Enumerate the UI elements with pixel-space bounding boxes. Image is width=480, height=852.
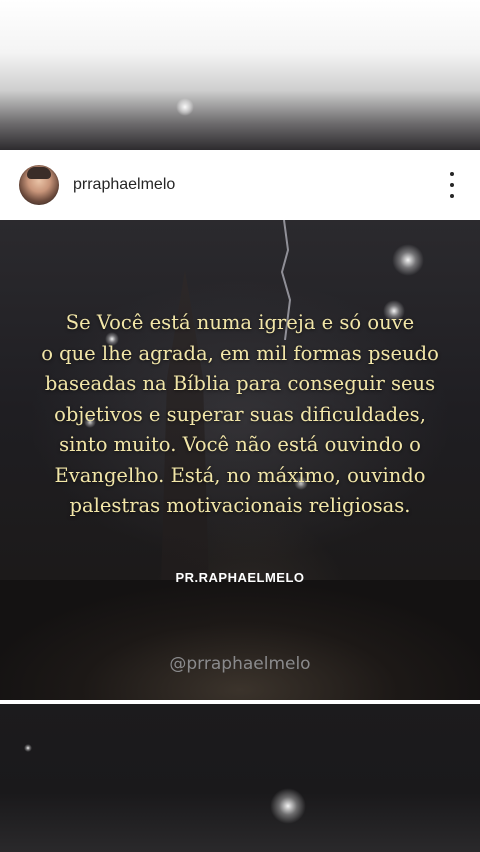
avatar[interactable] xyxy=(19,165,59,205)
quote-line: baseadas na Bíblia para conseguir seus xyxy=(44,372,436,395)
quote-text: Se Você está numa igreja e só ouve o que… xyxy=(20,308,460,522)
dot xyxy=(450,172,454,176)
quote-line: palestras motivacionais religiosas. xyxy=(69,494,411,517)
light-orb xyxy=(392,244,424,276)
post-header: prraphaelmelo xyxy=(0,150,480,220)
post-image[interactable]: Se Você está numa igreja e só ouve o que… xyxy=(0,220,480,700)
light-orb xyxy=(176,98,194,116)
blurred-background-top xyxy=(0,0,480,150)
more-options-icon[interactable] xyxy=(446,172,458,198)
watermark-handle: @prraphaelmelo xyxy=(169,654,311,674)
dot xyxy=(450,183,454,187)
quote-line: Evangelho. Está, no máximo, ouvindo xyxy=(54,463,426,487)
quote-line: Se Você está numa igreja e só ouve xyxy=(65,311,415,334)
light-orb xyxy=(270,788,306,824)
quote-line: o que lhe agrada, em mil formas pseudo xyxy=(41,341,439,365)
blurred-background-bottom xyxy=(0,704,480,852)
username[interactable]: prraphaelmelo xyxy=(73,176,175,194)
quote-line: sinto muito. Você não está ouvindo o xyxy=(59,433,421,456)
dot xyxy=(450,194,454,198)
quote-author: PR.RAPHAELMELO xyxy=(175,570,305,585)
hill-silhouette xyxy=(0,580,480,700)
light-orb xyxy=(24,744,32,752)
quote-line: objetivos e superar suas dificuldades, xyxy=(54,402,426,426)
